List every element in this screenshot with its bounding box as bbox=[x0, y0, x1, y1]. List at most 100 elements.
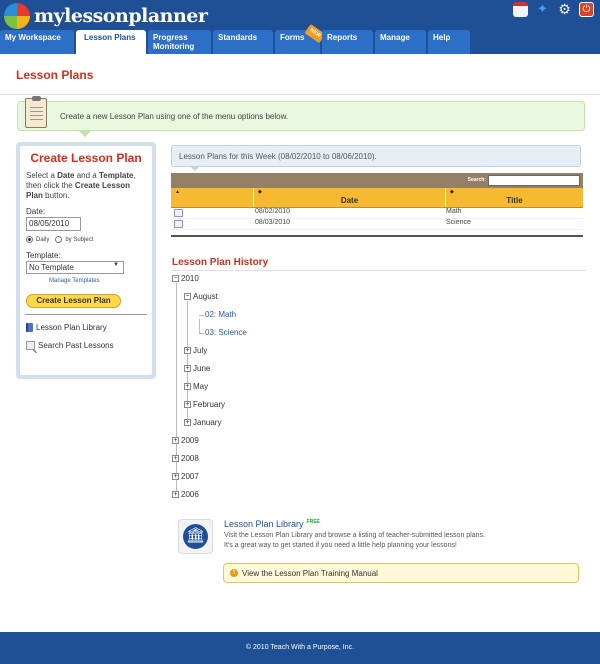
header-icon-bar: ✦ ⚙ ⏻ bbox=[513, 2, 594, 18]
tab-my-workspace[interactable]: My Workspace bbox=[0, 30, 74, 54]
footer: © 2010 Teach With a Purpose, Inc. bbox=[0, 632, 600, 664]
sort-icon: ◆ bbox=[258, 189, 262, 195]
week-heading-pointer bbox=[190, 166, 200, 171]
create-lesson-plan-button[interactable]: Create Lesson Plan bbox=[26, 294, 121, 308]
library-title-link[interactable]: Lesson Plan Library FREE bbox=[224, 519, 320, 529]
tab-forms[interactable]: Forms NEW bbox=[275, 23, 326, 54]
tree-lesson-math[interactable]: 02: Math bbox=[205, 310, 236, 319]
tree-year-2009[interactable]: +2009 bbox=[172, 436, 199, 445]
power-icon[interactable]: ⏻ bbox=[579, 2, 594, 17]
expand-icon[interactable]: + bbox=[172, 473, 179, 480]
tree-label: 2008 bbox=[181, 454, 199, 463]
tree-year-2010[interactable]: −2010 bbox=[172, 274, 199, 283]
tree-month-january[interactable]: + January bbox=[184, 418, 221, 427]
lesson-plan-library-link[interactable]: Lesson Plan Library bbox=[26, 323, 146, 332]
top-header: mylessonplanner ✦ ⚙ ⏻ My Workspace Lesso… bbox=[0, 0, 600, 54]
instr-bold: Template bbox=[98, 171, 134, 180]
collapse-icon[interactable]: − bbox=[184, 293, 191, 300]
collapse-icon[interactable]: − bbox=[172, 275, 179, 282]
library-link-label: Lesson Plan Library bbox=[36, 323, 107, 332]
instr-text: and a bbox=[74, 171, 99, 180]
instr-bold: Date bbox=[57, 171, 75, 180]
expand-icon[interactable]: + bbox=[184, 383, 191, 390]
tree-label: January bbox=[193, 418, 222, 427]
tree-month-may[interactable]: + May bbox=[184, 382, 208, 391]
title-divider bbox=[0, 94, 600, 95]
column-header-icon[interactable]: ▲ bbox=[171, 188, 254, 207]
tree-month-july[interactable]: + July bbox=[184, 346, 207, 355]
row-icon-cell bbox=[171, 219, 254, 229]
view-mode-radios: Daily by Subject bbox=[26, 236, 146, 243]
tree-month-august[interactable]: − August bbox=[184, 292, 218, 301]
free-badge: FREE bbox=[306, 519, 320, 525]
column-header-date[interactable]: ◆ Date bbox=[254, 188, 446, 207]
tab-lesson-plans[interactable]: Lesson Plans bbox=[76, 30, 146, 54]
history-divider bbox=[171, 270, 586, 271]
tab-label: Manage bbox=[380, 33, 410, 42]
tab-help[interactable]: Help bbox=[428, 30, 470, 54]
tree-year-2006[interactable]: +2006 bbox=[172, 490, 199, 499]
training-manual-button[interactable]: ! View the Lesson Plan Training Manual bbox=[223, 563, 579, 583]
radio-daily[interactable] bbox=[26, 236, 33, 243]
table-row[interactable]: 08/03/2010 Science bbox=[171, 219, 583, 230]
logo-ball-icon bbox=[4, 3, 30, 29]
search-past-lessons-link[interactable]: Search Past Lessons bbox=[26, 341, 146, 350]
tab-label: Progress Monitoring bbox=[153, 33, 195, 51]
banner-pointer bbox=[78, 130, 92, 137]
tree-year-2007[interactable]: +2007 bbox=[172, 472, 199, 481]
expand-icon[interactable]: + bbox=[184, 365, 191, 372]
expand-icon[interactable]: + bbox=[172, 455, 179, 462]
panel-divider bbox=[25, 314, 147, 315]
app-logo[interactable]: mylessonplanner bbox=[4, 3, 208, 29]
table-row[interactable]: 08/02/2010 Math bbox=[171, 208, 583, 219]
date-label: Date: bbox=[26, 207, 46, 216]
tab-label: Lesson Plans bbox=[84, 33, 136, 42]
tab-manage[interactable]: Manage bbox=[375, 30, 426, 54]
column-label: Title bbox=[506, 196, 523, 205]
tab-progress-monitoring[interactable]: Progress Monitoring bbox=[148, 30, 211, 54]
banner-text: Create a new Lesson Plan using one of th… bbox=[60, 112, 289, 121]
column-header-title[interactable]: ◆ Title bbox=[446, 188, 583, 207]
tree-month-june[interactable]: + June bbox=[184, 364, 210, 373]
expand-icon[interactable]: + bbox=[172, 437, 179, 444]
tree-line bbox=[199, 333, 204, 334]
tree-lesson-science[interactable]: 03: Science bbox=[205, 328, 247, 337]
row-date: 08/03/2010 bbox=[255, 219, 291, 226]
create-instructions: Select a Date and a Template, then click… bbox=[26, 171, 146, 201]
gear-icon[interactable]: ⚙ bbox=[557, 2, 572, 18]
template-select[interactable]: No Template ▼ bbox=[26, 261, 124, 274]
tree-year-2008[interactable]: +2008 bbox=[172, 454, 199, 463]
expand-icon[interactable]: + bbox=[184, 419, 191, 426]
table-header: ▲ ◆ Date ◆ Title bbox=[171, 188, 583, 208]
library-description: Visit the Lesson Plan Library and browse… bbox=[224, 531, 554, 551]
lesson-doc-icon bbox=[174, 209, 183, 217]
instr-text: Select a bbox=[26, 171, 58, 180]
logo-text: mylessonplanner bbox=[34, 5, 208, 27]
expand-icon[interactable]: + bbox=[172, 491, 179, 498]
tree-label: July bbox=[193, 346, 208, 355]
tree-label: February bbox=[193, 400, 226, 409]
create-panel-title: Create Lesson Plan bbox=[30, 151, 142, 165]
table-search-input[interactable] bbox=[488, 175, 580, 186]
tree-month-february[interactable]: + February bbox=[184, 400, 225, 409]
tab-label: Standards bbox=[218, 33, 258, 42]
tab-label: Reports bbox=[327, 33, 358, 42]
tree-line bbox=[199, 315, 204, 316]
book-icon bbox=[26, 323, 33, 332]
help-icon[interactable]: ✦ bbox=[535, 2, 550, 17]
sort-icon: ◆ bbox=[450, 189, 454, 195]
library-desc-line: It's a great way to get started if you n… bbox=[224, 542, 457, 549]
date-field[interactable]: 08/05/2010 bbox=[26, 217, 81, 231]
tree-label: 2006 bbox=[181, 490, 199, 499]
expand-icon[interactable]: + bbox=[184, 347, 191, 354]
calendar-icon[interactable] bbox=[513, 2, 528, 17]
tab-reports[interactable]: Reports bbox=[322, 30, 373, 54]
manage-templates-link[interactable]: Manage Templates bbox=[49, 278, 146, 284]
radio-by-subject[interactable] bbox=[55, 236, 63, 243]
tab-standards[interactable]: Standards bbox=[213, 30, 273, 54]
expand-icon[interactable]: + bbox=[184, 401, 191, 408]
main-nav: My Workspace Lesson Plans Progress Monit… bbox=[0, 23, 472, 54]
template-label: Template: bbox=[26, 251, 61, 260]
library-building-icon[interactable] bbox=[178, 519, 213, 554]
template-value: No Template bbox=[29, 263, 74, 272]
